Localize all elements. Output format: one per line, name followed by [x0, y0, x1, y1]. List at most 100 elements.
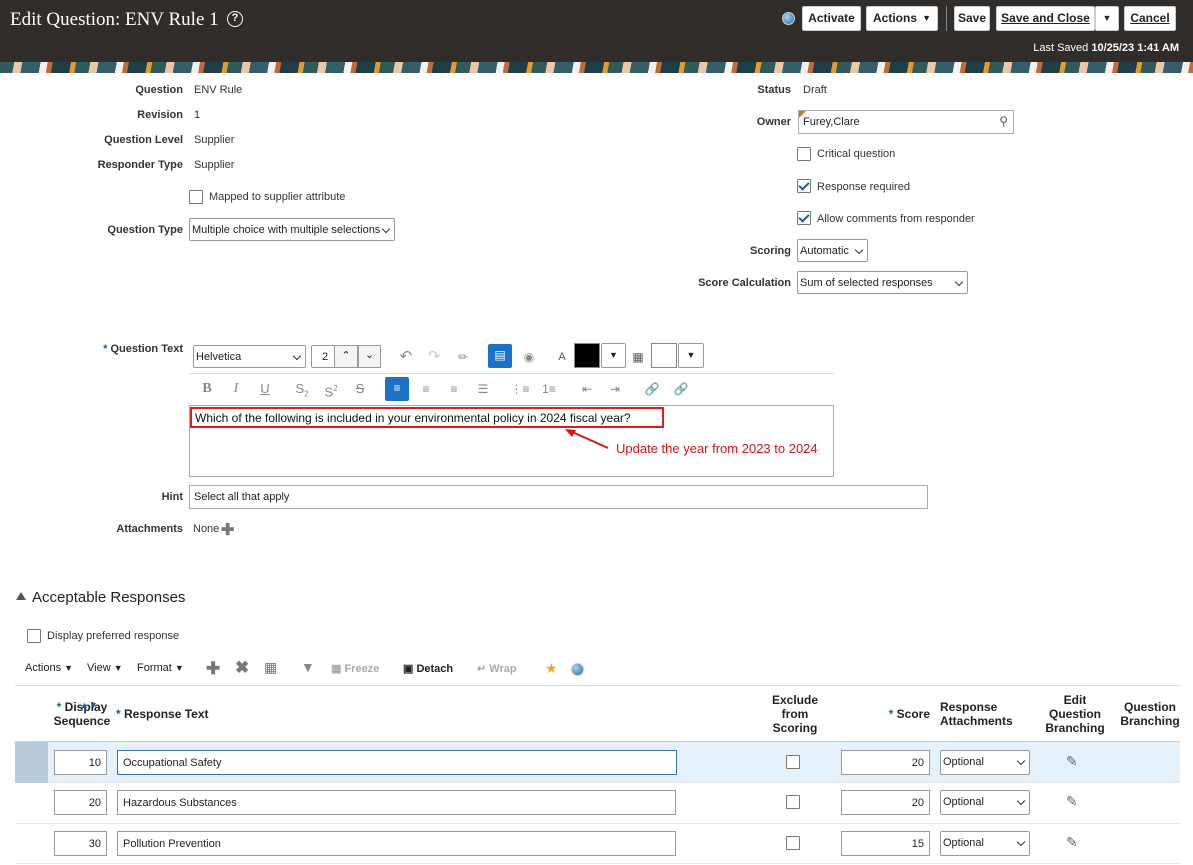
question-value: ENV Rule [194, 84, 243, 96]
sequence-input[interactable]: 10 [54, 750, 107, 775]
chevron-down-icon [954, 277, 964, 287]
star-icon[interactable]: ★ [545, 660, 558, 677]
outdent-icon[interactable]: ⇤ [576, 378, 598, 400]
italic-icon[interactable]: I [225, 378, 247, 400]
score-calculation-value: Sum of selected responses [800, 277, 933, 289]
background-color-icon[interactable]: ▦ [627, 346, 649, 368]
freeze-button[interactable]: ▦ Freeze [331, 662, 379, 675]
link-icon[interactable]: 🔗 [641, 378, 663, 400]
activate-button[interactable]: Activate [802, 6, 861, 31]
chevron-down-icon[interactable]: ⌄ [358, 345, 381, 368]
score-calculation-select[interactable]: Sum of selected responses [797, 271, 968, 294]
subscript-icon[interactable]: S2 [291, 378, 313, 400]
clear-format-icon[interactable]: ✏ [452, 346, 474, 368]
response-attachments-select[interactable]: Optional [940, 831, 1030, 856]
exclude-from-scoring-checkbox[interactable] [786, 755, 800, 769]
response-required-checkbox[interactable] [797, 179, 811, 193]
exclude-from-scoring-checkbox[interactable] [786, 795, 800, 809]
detach-button[interactable]: ▣ Detach [403, 662, 453, 675]
chevron-up-icon[interactable]: ⌃ [334, 345, 358, 368]
unlink-icon[interactable]: 🔗 [670, 378, 692, 400]
wysiwyg-mode-icon[interactable]: ▤ [488, 344, 512, 368]
format-menu[interactable]: Format ▼ [137, 662, 184, 674]
response-text-input[interactable]: Hazardous Substances [117, 790, 676, 815]
edit-pencil-icon[interactable]: ✎ [1066, 753, 1082, 769]
globe-icon[interactable] [782, 12, 795, 25]
column-header-label: Edit [1063, 693, 1087, 707]
column-header-response-text[interactable]: * Response Text [116, 707, 208, 721]
actions-menu[interactable]: Actions ▼ [25, 662, 73, 674]
edit-pencil-icon[interactable]: ✎ [1066, 793, 1082, 809]
wrap-button[interactable]: ↵ Wrap [477, 662, 517, 675]
font-family-select[interactable]: Helvetica [193, 345, 306, 368]
import-icon[interactable]: ▦ [264, 659, 277, 676]
allow-comments-checkbox[interactable] [797, 211, 811, 225]
bullet-list-icon[interactable]: ⋮≡ [509, 378, 531, 400]
column-header-question-branching[interactable]: Question Branching [1118, 700, 1182, 728]
background-color-swatch[interactable] [651, 343, 677, 368]
score-input[interactable]: 20 [841, 750, 930, 775]
save-and-close-button[interactable]: Save and Close [996, 6, 1095, 31]
search-icon[interactable]: ⚲ [999, 114, 1008, 128]
text-color-icon[interactable]: A [551, 346, 573, 368]
dropdown-arrow-icon[interactable]: ▼ [678, 343, 704, 368]
critical-checkbox[interactable] [797, 147, 811, 161]
source-mode-icon[interactable]: ◉ [518, 346, 540, 368]
column-header-score[interactable]: * Score [870, 707, 930, 721]
delete-icon[interactable]: ✖ [235, 658, 249, 678]
text-color-swatch[interactable] [574, 343, 600, 368]
view-menu[interactable]: View ▼ [87, 662, 123, 674]
undo-icon[interactable]: ↶ [395, 346, 417, 368]
score-input[interactable]: 15 [841, 831, 930, 856]
justify-icon[interactable]: ☰ [472, 378, 494, 400]
question-text-content[interactable]: Which of the following is included in yo… [195, 411, 631, 425]
add-attachment-icon[interactable]: ✚ [221, 520, 234, 540]
underline-icon[interactable]: U [254, 378, 276, 400]
hint-input[interactable]: Select all that apply [189, 485, 928, 509]
indent-icon[interactable]: ⇥ [604, 378, 626, 400]
score-input[interactable]: 20 [841, 790, 930, 815]
align-left-icon[interactable]: ≡ [385, 377, 409, 401]
sequence-input[interactable]: 30 [54, 831, 107, 856]
strikethrough-icon[interactable]: S [349, 378, 371, 400]
scoring-select[interactable]: Automatic [797, 239, 868, 262]
align-center-icon[interactable]: ≡ [415, 378, 437, 400]
save-options-dropdown-icon[interactable]: ▼ [1095, 6, 1119, 31]
chevron-down-icon [1016, 837, 1026, 847]
bold-icon[interactable]: B [196, 378, 218, 400]
response-attachments-select[interactable]: Optional [940, 750, 1030, 775]
column-header-edit-question-branching[interactable]: Edit Question Branching [1040, 693, 1110, 735]
column-header-response-attachments[interactable]: Response Attachments [940, 700, 1013, 728]
redo-icon[interactable]: ↷ [423, 346, 445, 368]
query-by-example-icon[interactable]: ▼ [301, 659, 315, 675]
font-size-stepper[interactable]: 2 ⌃ ⌄ [311, 345, 381, 368]
collapse-triangle-icon[interactable] [16, 592, 26, 600]
owner-input[interactable]: Furey,Clare ⚲ [798, 110, 1014, 134]
row-selector[interactable] [15, 742, 48, 783]
question-type-select[interactable]: Multiple choice with multiple selections [189, 218, 395, 241]
sort-icon[interactable]: ▲▼ [80, 700, 98, 710]
edit-pencil-icon[interactable]: ✎ [1066, 834, 1082, 850]
numbered-list-icon[interactable]: 1≡ [538, 378, 560, 400]
exclude-from-scoring-checkbox[interactable] [786, 836, 800, 850]
dropdown-arrow-icon[interactable]: ▼ [601, 343, 626, 368]
cancel-button[interactable]: Cancel [1124, 6, 1176, 31]
display-preferred-checkbox[interactable] [27, 629, 41, 643]
actions-menu-button[interactable]: Actions ▼ [866, 6, 938, 31]
save-button[interactable]: Save [954, 6, 990, 31]
column-header-label: Branching [1120, 714, 1180, 728]
response-text-input[interactable]: Pollution Prevention [117, 831, 676, 856]
help-icon[interactable]: ? [227, 11, 243, 27]
align-right-icon[interactable]: ≡ [443, 378, 465, 400]
status-value: Draft [803, 84, 827, 96]
owner-value: Furey,Clare [803, 116, 860, 128]
add-icon[interactable]: ✚ [206, 659, 220, 679]
superscript-icon[interactable]: S2 [320, 378, 342, 400]
column-header-exclude-from-scoring[interactable]: Exclude from Scoring [760, 693, 830, 735]
revision-label: Revision [137, 109, 183, 121]
sequence-input[interactable]: 20 [54, 790, 107, 815]
globe-icon[interactable] [571, 663, 584, 676]
response-text-input[interactable]: Occupational Safety [117, 750, 677, 775]
mapped-checkbox[interactable] [189, 190, 203, 204]
response-attachments-select[interactable]: Optional [940, 790, 1030, 815]
